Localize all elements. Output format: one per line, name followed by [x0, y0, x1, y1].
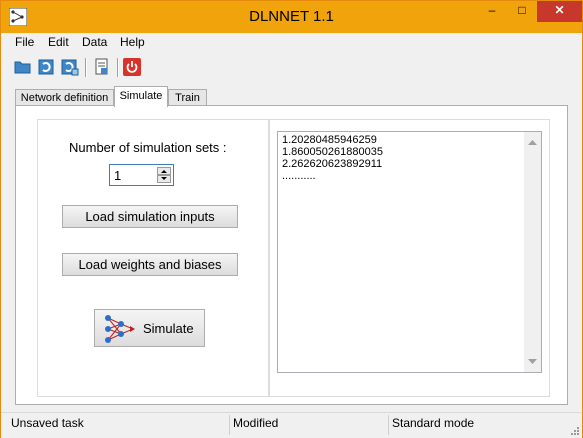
save-icon[interactable]: [38, 58, 56, 76]
load-weights-biases-button[interactable]: Load weights and biases: [62, 253, 238, 276]
simulate-button-label: Simulate: [143, 321, 194, 336]
maximize-icon: □: [518, 3, 526, 17]
triangle-down-icon: [161, 177, 167, 180]
power-icon[interactable]: [123, 58, 141, 76]
scroll-down-icon[interactable]: [528, 359, 537, 365]
scroll-up-icon[interactable]: [528, 139, 537, 145]
network-graph-icon: [105, 315, 135, 343]
minimize-button[interactable]: ‒: [477, 1, 507, 22]
stepper-up-button[interactable]: [157, 167, 171, 175]
menu-data[interactable]: Data: [82, 35, 107, 49]
status-task: Unsaved task: [11, 416, 84, 430]
output-line: 1.860050261880035: [282, 146, 383, 158]
app-window: DLNNET 1.1 ‒ □ ✕ File Edit Data Help Net…: [0, 0, 583, 438]
maximize-button[interactable]: □: [507, 1, 537, 22]
tab-network-definition[interactable]: Network definition: [15, 89, 114, 106]
simulation-sets-value[interactable]: 1: [114, 168, 121, 183]
output-text: 1.20280485946259 1.860050261880035 2.262…: [282, 134, 383, 182]
simulation-sets-label: Number of simulation sets :: [69, 140, 227, 155]
simulation-sets-stepper[interactable]: 1: [109, 164, 174, 186]
output-line: 2.262620623892911: [282, 158, 383, 170]
status-divider: [388, 415, 389, 435]
open-folder-icon[interactable]: [14, 58, 32, 76]
stepper-down-button[interactable]: [157, 175, 171, 183]
toolbar: [1, 54, 582, 82]
tab-train[interactable]: Train: [168, 89, 207, 106]
menu-file[interactable]: File: [15, 35, 34, 49]
close-icon: ✕: [554, 3, 565, 17]
status-modified: Modified: [233, 416, 279, 430]
triangle-up-icon: [161, 170, 167, 173]
stepper-arrows: [157, 167, 171, 183]
minimize-icon: ‒: [488, 3, 496, 17]
vertical-scrollbar[interactable]: [524, 132, 541, 372]
load-simulation-inputs-button[interactable]: Load simulation inputs: [62, 205, 238, 228]
status-bar: Unsaved task Modified Standard mode: [1, 412, 582, 438]
title-bar[interactable]: DLNNET 1.1 ‒ □ ✕: [1, 1, 582, 33]
save-as-icon[interactable]: [61, 58, 79, 76]
menu-help[interactable]: Help: [120, 35, 145, 49]
output-line: 1.20280485946259: [282, 134, 377, 146]
print-preview-icon[interactable]: [93, 58, 111, 76]
simulation-output-textarea[interactable]: 1.20280485946259 1.860050261880035 2.262…: [277, 131, 542, 373]
menu-edit[interactable]: Edit: [48, 35, 69, 49]
status-mode: Standard mode: [392, 416, 475, 430]
output-line: ...........: [282, 170, 316, 182]
close-button[interactable]: ✕: [537, 1, 582, 22]
tab-simulate[interactable]: Simulate: [114, 86, 168, 107]
menu-bar: File Edit Data Help: [1, 33, 582, 52]
resize-grip-icon[interactable]: [570, 426, 580, 436]
simulate-button[interactable]: Simulate: [94, 309, 205, 347]
toolbar-separator: [85, 58, 87, 77]
status-divider: [229, 415, 230, 435]
toolbar-separator: [117, 58, 119, 77]
